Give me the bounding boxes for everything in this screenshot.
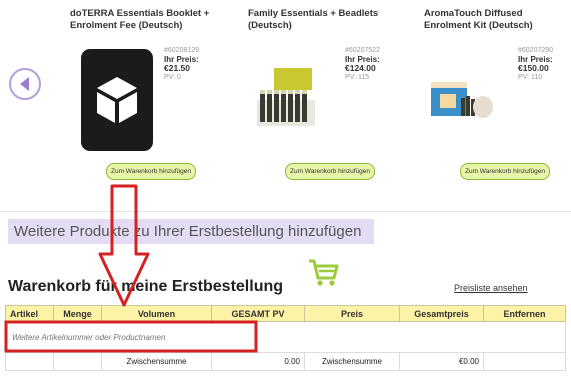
empty-cell [483,352,566,371]
carousel-prev-button[interactable] [9,68,41,100]
shopping-cart-icon [306,255,340,294]
add-to-cart-button[interactable]: Zum Warenkorb hinzufügen [285,163,375,180]
chevron-left-icon [20,77,29,91]
price-list-link[interactable]: Preisliste ansehen [454,283,528,293]
empty-cell [5,352,54,371]
search-cell [5,321,566,353]
column-header: Menge [53,305,102,322]
product-search-input[interactable] [10,331,274,343]
table-header-row: Artikel Menge Volumen GESAMT PV Preis Ge… [5,305,566,322]
product-sku: #60208129 [164,47,200,54]
table-row [5,321,566,353]
product-image[interactable] [79,47,155,158]
product-info: #60207290 Ihr Preis: €150.00 PV: 110 [518,46,553,82]
product-info: #60208129 Ihr Preis: €21.50 PV: 0 [164,46,199,82]
column-header: GESAMT PV [211,305,305,322]
add-more-products-banner[interactable]: Weitere Produkte zu Ihrer Erstbestellung… [8,219,374,244]
column-header: Volumen [101,305,212,322]
product-pv: PV: 115 [345,74,370,81]
subtotal-pv-label: Zwischensumme [101,352,212,371]
product-price: €21.50 [164,63,190,73]
column-header: Artikel [5,305,54,322]
cart-table: Artikel Menge Volumen GESAMT PV Preis Ge… [5,305,566,371]
product-card: doTERRA Essentials Booklet + Enrolment F… [70,8,225,32]
product-name[interactable]: doTERRA Essentials Booklet + Enrolment F… [70,8,225,32]
subtotal-price: €0.00 [399,352,484,371]
product-name[interactable]: Family Essentials + Beadlets (Deutsch) [248,8,408,32]
subtotal-price-label: Zwischensumme [304,352,400,371]
subtotal-pv: 0.00 [211,352,305,371]
product-name[interactable]: AromaTouch Diffused Enrolment Kit (Deuts… [424,8,571,32]
product-pv: PV: 110 [518,74,543,81]
product-image[interactable] [254,66,324,133]
column-header: Entfernen [483,305,566,322]
add-to-cart-button[interactable]: Zum Warenkorb hinzufügen [106,163,196,180]
product-image[interactable] [428,72,494,129]
product-info: #60207522 Ihr Preis: €124.00 PV: 115 [345,46,380,82]
product-sku: #60207522 [345,47,381,54]
product-card: AromaTouch Diffused Enrolment Kit (Deuts… [424,8,571,32]
product-price: €150.00 [518,63,549,73]
column-header: Gesamtpreis [399,305,484,322]
product-price: €124.00 [345,63,376,73]
subtotal-row: Zwischensumme 0.00 Zwischensumme €0.00 [5,352,566,371]
product-card: Family Essentials + Beadlets (Deutsch) [248,8,408,32]
cart-title: Warenkorb für meine Erstbestellung [8,278,284,295]
divider [0,211,571,212]
empty-cell [53,352,102,371]
column-header: Preis [304,305,400,322]
product-sku: #60207290 [518,47,554,54]
add-to-cart-button[interactable]: Zum Warenkorb hinzufügen [460,163,550,180]
product-pv: PV: 0 [164,74,181,81]
